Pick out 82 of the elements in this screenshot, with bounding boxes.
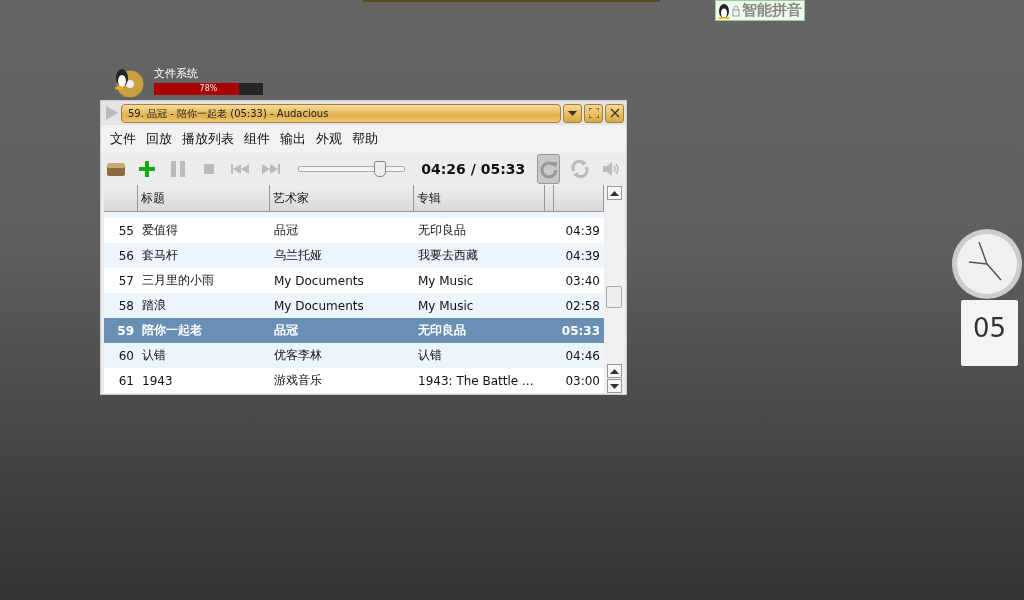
track-length: 04:39 <box>564 223 601 238</box>
plus-icon <box>138 160 157 178</box>
playlist-row[interactable]: 58 踏浪 My Documents My Music 02:58 <box>104 293 604 318</box>
menu-item[interactable]: 文件 <box>105 130 141 148</box>
seek-thumb[interactable] <box>373 161 386 177</box>
scroll-up-button[interactable] <box>606 364 622 378</box>
up-arrow-icon <box>609 367 619 375</box>
scrollbar-thumb[interactable] <box>606 286 622 308</box>
menu-item[interactable]: 组件 <box>239 130 275 148</box>
track-length: 04:39 <box>564 248 601 263</box>
track-album: 无印良品 <box>417 222 467 239</box>
track-number: 56 <box>117 248 135 263</box>
previous-icon <box>230 164 249 174</box>
track-length: 05:33 <box>560 323 601 338</box>
column-header[interactable]: 专辑 <box>414 185 545 211</box>
maximize-button[interactable] <box>584 103 603 123</box>
window-title: 59. 品冠 - 陪你一起老 (05:33) - Audacious <box>121 103 561 123</box>
close-icon <box>609 108 620 118</box>
track-length: 03:40 <box>564 273 601 288</box>
menu-item[interactable]: 输出 <box>275 130 311 148</box>
track-artist: 品冠 <box>273 222 299 239</box>
cycle-arrows-icon <box>569 159 590 179</box>
track-album: 无印良品 <box>417 322 467 339</box>
playlist-row[interactable]: 60 认错 优客李林 认错 04:46 <box>104 343 604 368</box>
track-album: My Music <box>417 273 475 288</box>
playlist-row[interactable]: 56 套马杆 乌兰托娅 我要去西藏 04:39 <box>104 243 604 268</box>
close-button[interactable] <box>605 103 624 123</box>
down-arrow-icon <box>609 382 619 390</box>
repeat-icon <box>538 159 559 179</box>
track-title: 陪你一起老 <box>141 322 203 339</box>
track-artist: 游戏音乐 <box>273 372 323 389</box>
track-length: 02:58 <box>564 298 601 313</box>
input-method-label: 智能拼音 <box>742 2 802 19</box>
minimize-button[interactable] <box>563 103 582 123</box>
repeat-button[interactable] <box>537 154 561 184</box>
speaker-icon <box>602 162 619 176</box>
track-title: 爱值得 <box>141 222 179 239</box>
next-icon <box>261 164 280 174</box>
calendar-day: 05 <box>972 314 1007 342</box>
playback-time: 04:26 / 05:33 <box>421 161 526 177</box>
track-length: 04:46 <box>564 348 601 363</box>
track-album: 1943: The Battle ... <box>417 373 535 388</box>
menu-item[interactable]: 回放 <box>141 130 177 148</box>
maximize-icon <box>588 108 599 118</box>
track-length: 03:00 <box>564 373 601 388</box>
disk-usage-reading: 78% <box>198 83 219 95</box>
menu-item[interactable]: 帮助 <box>347 130 383 148</box>
up-arrow-icon <box>609 189 619 197</box>
column-header[interactable]: 艺术家 <box>270 185 414 211</box>
track-number: 59 <box>116 323 135 338</box>
briefcase-icon <box>106 161 127 177</box>
track-album: My Music <box>417 298 475 313</box>
penguin-icon <box>718 2 730 19</box>
track-title: 踏浪 <box>141 297 167 314</box>
stop-icon <box>203 164 214 174</box>
track-artist: 品冠 <box>273 322 299 339</box>
track-number: 57 <box>117 273 135 288</box>
track-title: 三月里的小雨 <box>141 272 215 289</box>
track-number: 60 <box>117 348 135 363</box>
menu-item[interactable]: 外观 <box>311 130 347 148</box>
menu-item[interactable]: 播放列表 <box>177 130 239 148</box>
scroll-up-button[interactable] <box>606 186 622 200</box>
track-number: 55 <box>117 223 135 238</box>
track-number: 58 <box>117 298 135 313</box>
track-artist: 优客李林 <box>273 347 323 364</box>
lock-icon <box>732 4 740 17</box>
pause-icon <box>170 160 187 178</box>
column-header[interactable]: 标题 <box>138 185 270 211</box>
track-artist: 乌兰托娅 <box>273 247 323 264</box>
track-title: 认错 <box>141 347 167 364</box>
track-title: 套马杆 <box>141 247 179 264</box>
caret-icon <box>568 109 577 117</box>
disk-label: 文件系统 <box>154 66 199 81</box>
seek-slider[interactable] <box>298 161 406 177</box>
track-album: 认错 <box>417 347 443 364</box>
track-album: 我要去西藏 <box>417 247 479 264</box>
scroll-down-button[interactable] <box>606 379 622 393</box>
track-number: 61 <box>117 373 135 388</box>
track-artist: My Documents <box>273 298 365 313</box>
track-artist: My Documents <box>273 273 365 288</box>
play-icon[interactable] <box>105 105 119 121</box>
track-title: 1943 <box>141 373 174 388</box>
